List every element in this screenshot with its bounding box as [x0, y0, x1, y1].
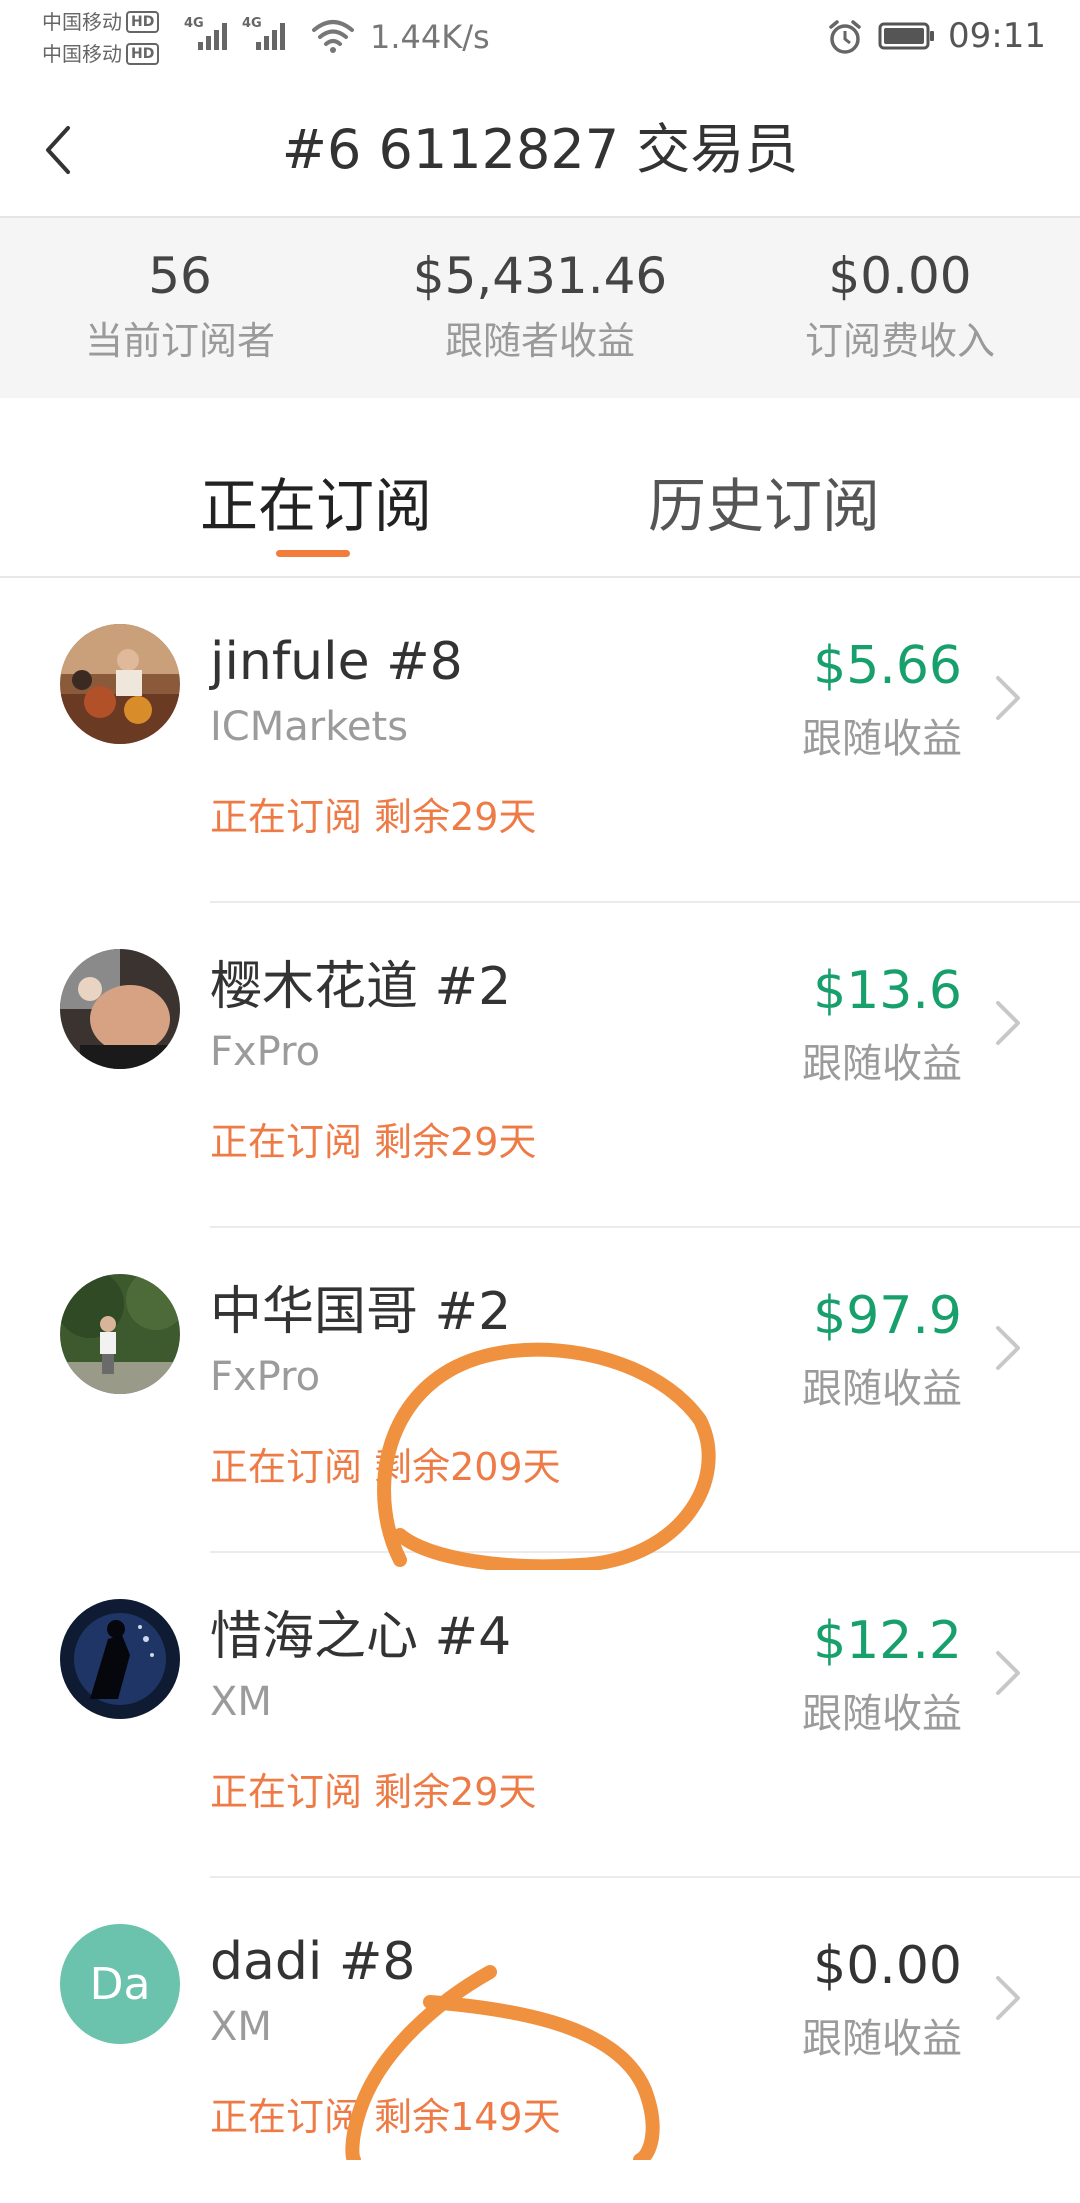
- title-bar: #6 6112827 交易员: [0, 80, 1080, 218]
- subscription-status: 正在订阅 剩余209天: [210, 1445, 561, 1489]
- stat-value: $0.00: [828, 247, 972, 305]
- stat-label: 当前订阅者: [84, 319, 275, 363]
- carrier-info: 中国移动 HD 中国移动 HD: [42, 6, 182, 70]
- avatar: [60, 624, 180, 744]
- chevron-right-icon: [996, 1001, 1020, 1045]
- tab-active-subscriptions[interactable]: 正在订阅: [200, 470, 432, 542]
- avatar: Da: [60, 1924, 180, 2044]
- stat-label: 跟随者收益: [444, 319, 635, 363]
- signal-icon: 4G: [242, 16, 290, 56]
- chevron-right-icon: [996, 1651, 1020, 1695]
- profit-label: 跟随收益: [802, 1691, 962, 1737]
- profit-label: 跟随收益: [802, 2016, 962, 2062]
- subscription-status: 正在订阅 剩余29天: [210, 795, 537, 839]
- list-item[interactable]: 中华国哥 #2 FxPro 正在订阅 剩余209天 $97.9 跟随收益: [0, 1228, 1080, 1553]
- stat-subscription-income: $0.00 订阅费收入: [720, 218, 1080, 398]
- battery-icon: [878, 22, 934, 50]
- profit-amount: $13.6: [813, 961, 962, 1021]
- hd-badge: HD: [126, 43, 160, 65]
- profit-label: 跟随收益: [802, 716, 962, 762]
- avatar: [60, 1274, 180, 1394]
- carrier-1: 中国移动: [42, 10, 122, 34]
- broker-name: FxPro: [210, 1029, 321, 1075]
- chevron-right-icon: [996, 676, 1020, 720]
- net-speed: 1.44K/s: [370, 18, 490, 56]
- broker-name: FxPro: [210, 1354, 321, 1400]
- status-bar: 中国移动 HD 中国移动 HD 4G 4G 1.44K/s 09:11: [0, 0, 1080, 80]
- wifi-icon: [312, 20, 354, 53]
- stats-panel: 56 当前订阅者 $5,431.46 跟随者收益 $0.00 订阅费收入: [0, 218, 1080, 398]
- hd-badge: HD: [126, 11, 160, 33]
- subscriber-list: jinfule #8 ICMarkets 正在订阅 剩余29天 $5.66 跟随…: [0, 578, 1080, 2203]
- chevron-right-icon: [996, 1976, 1020, 2020]
- tab-bar: 正在订阅 历史订阅: [0, 398, 1080, 578]
- subscriber-name: 惜海之心 #4: [210, 1607, 512, 1667]
- broker-name: ICMarkets: [210, 704, 409, 750]
- stat-value: $5,431.46: [412, 247, 668, 305]
- list-item[interactable]: jinfule #8 ICMarkets 正在订阅 剩余29天 $5.66 跟随…: [0, 578, 1080, 903]
- profit-label: 跟随收益: [802, 1041, 962, 1087]
- stat-current-subscribers: 56 当前订阅者: [0, 218, 360, 398]
- broker-name: XM: [210, 1679, 272, 1725]
- list-item[interactable]: 樱木花道 #2 FxPro 正在订阅 剩余29天 $13.6 跟随收益: [0, 903, 1080, 1228]
- alarm-icon: [829, 20, 861, 54]
- profit-label: 跟随收益: [802, 1366, 962, 1412]
- clock: 09:11: [948, 16, 1046, 56]
- avatar-initials: Da: [89, 1958, 151, 2010]
- profit-amount: $5.66: [813, 636, 962, 696]
- broker-name: XM: [210, 2004, 272, 2050]
- chevron-right-icon: [996, 1326, 1020, 1370]
- avatar: [60, 1599, 180, 1719]
- subscriber-name: 樱木花道 #2: [210, 957, 512, 1017]
- carrier-2: 中国移动: [42, 42, 122, 66]
- tab-history-subscriptions[interactable]: 历史订阅: [648, 470, 880, 542]
- stat-label: 订阅费收入: [804, 319, 995, 363]
- profit-amount: $0.00: [813, 1936, 962, 1996]
- signal-icon: 4G: [184, 16, 232, 56]
- list-item[interactable]: Da dadi #8 XM 正在订阅 剩余149天 $0.00 跟随收益: [0, 1878, 1080, 2203]
- subscription-status: 正在订阅 剩余29天: [210, 1120, 537, 1164]
- subscription-status: 正在订阅 剩余149天: [210, 2095, 561, 2139]
- tab-indicator: [276, 550, 350, 557]
- subscription-status: 正在订阅 剩余29天: [210, 1770, 537, 1814]
- subscriber-name: 中华国哥 #2: [210, 1282, 512, 1342]
- avatar: [60, 949, 180, 1069]
- stat-follower-profit: $5,431.46 跟随者收益: [360, 218, 720, 398]
- stat-value: 56: [148, 247, 212, 305]
- list-item[interactable]: 惜海之心 #4 XM 正在订阅 剩余29天 $12.2 跟随收益: [0, 1553, 1080, 1878]
- page-title: #6 6112827 交易员: [281, 118, 799, 181]
- subscriber-name: dadi #8: [210, 1932, 416, 1992]
- profit-amount: $12.2: [813, 1611, 962, 1671]
- profit-amount: $97.9: [813, 1286, 962, 1346]
- subscriber-name: jinfule #8: [210, 632, 463, 692]
